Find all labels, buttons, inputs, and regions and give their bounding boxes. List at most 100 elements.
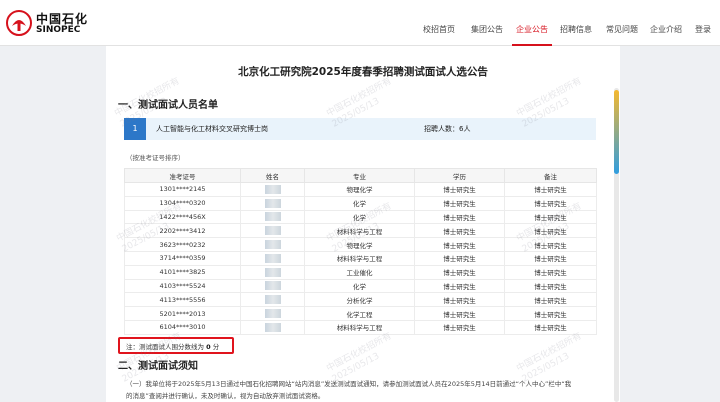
cell-name-redacted — [240, 264, 305, 280]
nav-faq[interactable]: 常见问题 — [604, 0, 640, 46]
cutoff-prefix: 注：测试面试人围分数线为 — [126, 343, 204, 351]
page-title: 北京化工研究院2025年度春季招聘测试面试人选公告 — [238, 66, 488, 78]
cell-remark: 博士研究生 — [504, 292, 597, 308]
cell-exam-id: 4101****3825 — [124, 264, 241, 280]
cell-remark: 博士研究生 — [504, 237, 597, 252]
redacted-name-blur — [264, 322, 281, 332]
nav-company-intro[interactable]: 企业介绍 — [648, 0, 684, 46]
table-row: 1422****456X 化学 博士研究生 博士研究生 — [124, 209, 597, 225]
table-row: 3623****0232 物理化学 博士研究生 博士研究生 — [124, 237, 597, 252]
cell-name-redacted — [240, 223, 305, 239]
cell-degree: 博士研究生 — [414, 264, 505, 280]
position-row: 1 人工智能与化工材料交叉研究博士岗 招聘人数：6人 — [124, 118, 596, 140]
sort-note: （按准考证号排序） — [126, 154, 185, 162]
column-header-major: 专业 — [304, 168, 415, 183]
cell-remark: 博士研究生 — [504, 223, 597, 239]
cell-major: 化学 — [304, 195, 415, 211]
column-header-degree: 学历 — [414, 168, 505, 183]
cutoff-note: 注：测试面试人围分数线为 0 分 — [126, 341, 219, 351]
section-heading-instructions: 二、测试面试须知 — [118, 361, 198, 372]
redacted-name-blur — [264, 212, 281, 222]
cell-degree: 博士研究生 — [414, 278, 505, 294]
cell-name-redacted — [240, 182, 305, 197]
position-name: 人工智能与化工材料交叉研究博士岗 — [156, 125, 268, 133]
position-headcount: 招聘人数：6人 — [424, 125, 471, 133]
cutoff-unit: 分 — [212, 343, 220, 351]
cell-degree: 博士研究生 — [414, 237, 505, 252]
cell-exam-id: 1304****0320 — [124, 195, 241, 211]
sinopec-logo[interactable]: 中国石化 SINOPEC — [6, 8, 87, 40]
redacted-name-blur — [264, 240, 281, 250]
cell-degree: 博士研究生 — [414, 319, 505, 335]
cell-degree: 博士研究生 — [414, 209, 505, 225]
table-row: 4103****5524 化学 博士研究生 博士研究生 — [124, 278, 597, 294]
cell-remark: 博士研究生 — [504, 278, 597, 294]
cell-major: 工业催化 — [304, 264, 415, 280]
nav-campus-home[interactable]: 校招首页 — [418, 0, 460, 46]
nav-company-notices[interactable]: 企业公告 — [512, 0, 552, 46]
cell-exam-id: 3714****0359 — [124, 250, 241, 266]
table-row: 3714****0359 材料科学与工程 博士研究生 博士研究生 — [124, 250, 597, 266]
position-number: 1 — [124, 118, 146, 140]
cell-exam-id: 5201****2013 — [124, 306, 241, 321]
column-header-remark: 备注 — [504, 168, 597, 183]
cell-degree: 博士研究生 — [414, 292, 505, 308]
cell-major: 材料科学与工程 — [304, 319, 415, 335]
cell-degree: 博士研究生 — [414, 182, 505, 197]
cell-remark: 博士研究生 — [504, 209, 597, 225]
instruction-paragraph-line1: （一）我单位将于2025年5月13日通过中国石化招聘网站“站内消息”发送测试面试… — [126, 380, 572, 388]
cell-exam-id: 4103****5524 — [124, 278, 241, 294]
cell-name-redacted — [240, 237, 305, 252]
cell-exam-id: 4113****5556 — [124, 292, 241, 308]
top-navigation-bar: 中国石化 SINOPEC 校招首页 集团公告 企业公告 招聘信息 常见问题 企业… — [0, 0, 720, 46]
cell-degree: 博士研究生 — [414, 223, 505, 239]
nav-group-notices[interactable]: 集团公告 — [466, 0, 508, 46]
cell-exam-id: 2202****3412 — [124, 223, 241, 239]
cell-major: 分析化学 — [304, 292, 415, 308]
redacted-name-blur — [264, 267, 281, 277]
table-row: 5201****2013 化学工程 博士研究生 博士研究生 — [124, 306, 597, 321]
cell-name-redacted — [240, 209, 305, 225]
cell-exam-id: 6104****3010 — [124, 319, 241, 335]
redacted-name-blur — [264, 198, 281, 208]
cell-major: 材料科学与工程 — [304, 250, 415, 266]
cutoff-value: 0 — [206, 343, 211, 351]
cell-exam-id: 1422****456X — [124, 209, 241, 225]
cell-remark: 博士研究生 — [504, 319, 597, 335]
cell-degree: 博士研究生 — [414, 306, 505, 321]
nav-recruitment-info[interactable]: 招聘信息 — [558, 0, 594, 46]
cell-name-redacted — [240, 278, 305, 294]
table-row: 4101****3825 工业催化 博士研究生 博士研究生 — [124, 264, 597, 280]
redacted-name-blur — [264, 226, 281, 236]
cell-remark: 博士研究生 — [504, 250, 597, 266]
logo-english-text: SINOPEC — [36, 25, 81, 35]
cell-remark: 博士研究生 — [504, 264, 597, 280]
redacted-name-blur — [264, 184, 281, 194]
cell-remark: 博士研究生 — [504, 182, 597, 197]
cell-name-redacted — [240, 319, 305, 335]
nav-login[interactable]: 登录 — [692, 0, 714, 46]
column-header-exam-id: 准考证号 — [124, 168, 241, 183]
cell-major: 化学 — [304, 278, 415, 294]
candidate-table: 准考证号 姓名 专业 学历 备注 1301****2145 物理化学 博士研究生 博士… — [124, 168, 597, 335]
cell-remark: 博士研究生 — [504, 195, 597, 211]
table-row: 1304****0320 化学 博士研究生 博士研究生 — [124, 195, 597, 211]
redacted-name-blur — [264, 253, 281, 263]
scrollbar-thumb[interactable] — [614, 90, 619, 174]
cell-name-redacted — [240, 306, 305, 321]
section-heading-candidates: 一、测试面试人员名单 — [118, 100, 218, 111]
cell-degree: 博士研究生 — [414, 250, 505, 266]
candidate-table-body: 1301****2145 物理化学 博士研究生 博士研究生 1304****0320 化学… — [124, 182, 597, 335]
table-header-row: 准考证号 姓名 专业 学历 备注 — [124, 168, 597, 183]
cell-major: 材料科学与工程 — [304, 223, 415, 239]
redacted-name-blur — [264, 281, 281, 291]
cell-name-redacted — [240, 292, 305, 308]
cell-exam-id: 3623****0232 — [124, 237, 241, 252]
table-row: 2202****3412 材料科学与工程 博士研究生 博士研究生 — [124, 223, 597, 239]
cell-major: 物理化学 — [304, 237, 415, 252]
cell-name-redacted — [240, 195, 305, 211]
cell-name-redacted — [240, 250, 305, 266]
redacted-name-blur — [264, 309, 281, 319]
cell-major: 化学工程 — [304, 306, 415, 321]
cell-degree: 博士研究生 — [414, 195, 505, 211]
